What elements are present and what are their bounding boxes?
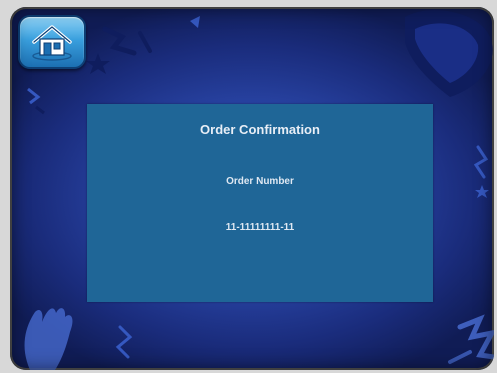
order-number-value: 11-11111111-11 — [225, 222, 295, 233]
order-number-label: Order Number — [226, 176, 294, 187]
home-icon — [32, 25, 72, 61]
kiosk-screen: Order Confirmation Order Number 11-11111… — [10, 7, 494, 370]
order-confirmation-panel: Order Confirmation Order Number 11-11111… — [87, 104, 433, 302]
page-title: Order Confirmation — [200, 122, 320, 137]
home-button[interactable] — [18, 15, 86, 69]
